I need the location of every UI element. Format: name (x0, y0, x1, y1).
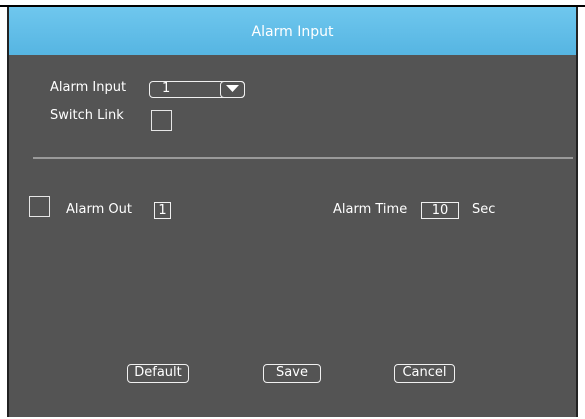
alarm-input-select[interactable]: 1 (149, 81, 245, 98)
alarm-input-label: Alarm Input (50, 80, 127, 95)
switch-link-checkbox[interactable] (151, 110, 172, 131)
default-button[interactable]: Default (127, 364, 189, 383)
dialog-title: Alarm Input (251, 24, 334, 40)
alarm-out-checkbox[interactable] (29, 196, 50, 217)
alarm-input-selected-value: 1 (162, 81, 171, 96)
alarm-time-unit: Sec (472, 202, 496, 217)
section-divider (33, 157, 573, 159)
cancel-button[interactable]: Cancel (394, 364, 455, 383)
dropdown-button[interactable] (220, 81, 245, 98)
alarm-time-input[interactable]: 10 (421, 202, 459, 219)
alarm-time-label: Alarm Time (333, 202, 408, 217)
alarm-out-label: Alarm Out (66, 202, 132, 217)
save-button[interactable]: Save (263, 364, 321, 383)
switch-link-label: Switch Link (50, 108, 124, 123)
alarm-out-value-field[interactable]: 1 (154, 202, 171, 219)
alarm-input-dialog: Alarm Input Alarm Input 1 Switch Link Al… (7, 7, 578, 417)
chevron-down-icon (226, 85, 239, 92)
title-bar: Alarm Input (9, 7, 576, 55)
